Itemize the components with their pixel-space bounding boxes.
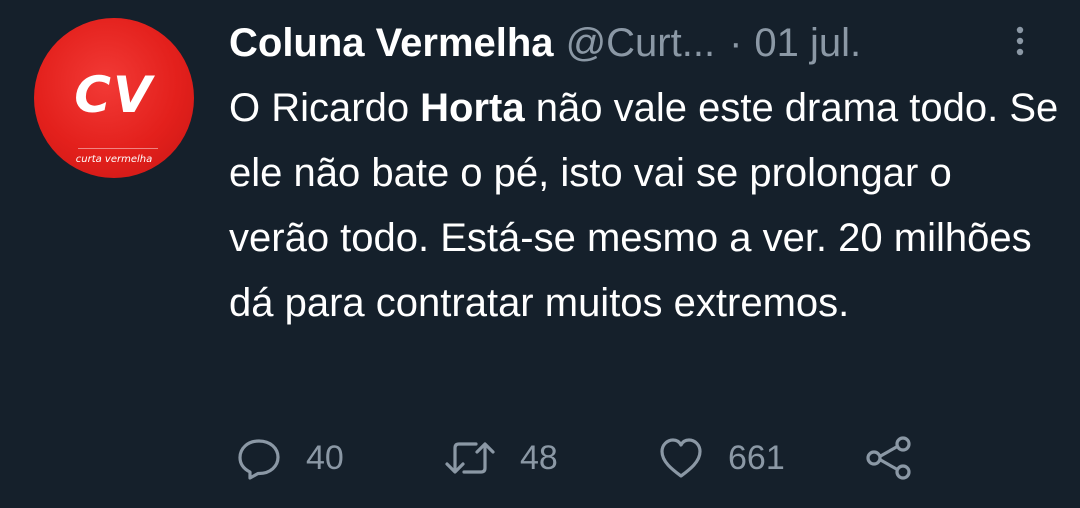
share-button[interactable] [864,430,914,486]
tweet-text: O Ricardo Horta não vale este drama todo… [229,76,1059,336]
reply-button[interactable]: 40 [236,430,344,486]
avatar[interactable]: CV curta vermelha [34,18,194,178]
tweet[interactable]: CV curta vermelha Coluna Vermelha @Curt.… [0,0,1080,508]
reply-count: 40 [306,439,344,477]
tweet-header: Coluna Vermelha @Curt... · 01 jul. [229,20,861,66]
author-handle[interactable]: @Curt... [566,20,716,66]
retweet-icon [444,435,496,481]
avatar-logo-subtitle: curta vermelha [75,154,153,165]
tweet-date[interactable]: 01 jul. [754,20,861,66]
avatar-logo-initials: CV [74,66,154,124]
reply-icon [236,435,282,481]
retweet-count: 48 [520,439,558,477]
tweet-text-before: O Ricardo [229,86,421,130]
author-display-name[interactable]: Coluna Vermelha [229,20,554,66]
avatar-divider [78,148,158,149]
tweet-text-bold: Horta [420,86,525,130]
tweet-actions: 40 48 661 [0,430,1080,486]
header-separator: · [729,21,743,65]
like-count: 661 [728,439,785,477]
share-icon [864,435,914,481]
more-vertical-icon[interactable] [1012,26,1028,56]
like-icon [658,435,704,481]
retweet-button[interactable]: 48 [444,430,558,486]
like-button[interactable]: 661 [658,430,785,486]
